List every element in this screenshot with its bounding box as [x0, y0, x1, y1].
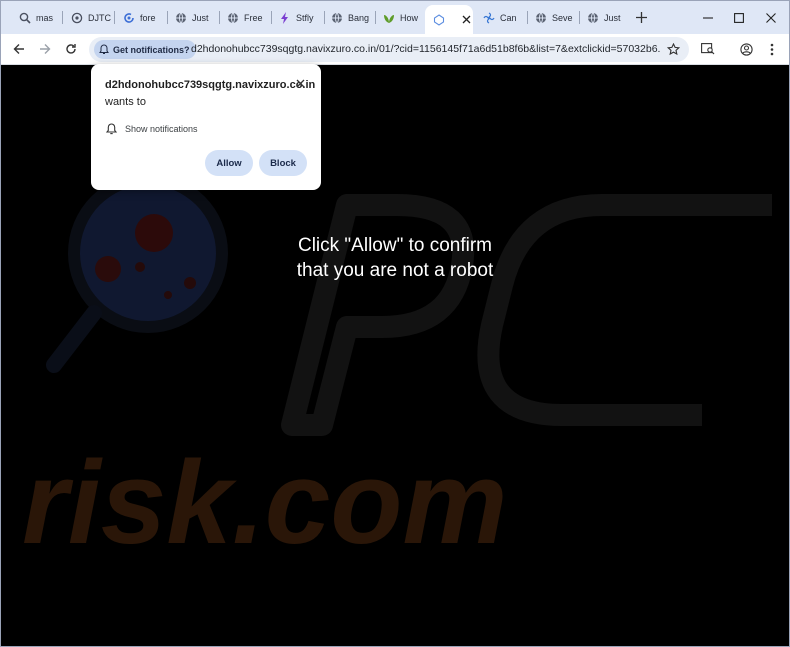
reload-button[interactable]: [62, 40, 80, 58]
bolt-icon: [279, 11, 291, 24]
leaf-icon: [383, 12, 395, 24]
tab-11[interactable]: Just: [579, 6, 629, 29]
tab-7[interactable]: How: [375, 6, 423, 29]
account-icon: [739, 42, 753, 56]
profile-button[interactable]: [737, 40, 755, 58]
popup-site-domain: d2hdonohubcc739sqgtg.navixzuro.co.in: [105, 79, 316, 91]
popup-close-button[interactable]: [293, 76, 307, 90]
tab-0[interactable]: mas: [11, 6, 59, 29]
permission-row: Show notifications: [105, 123, 198, 135]
close-window-button[interactable]: [762, 9, 780, 27]
permission-chip[interactable]: Get notifications?: [94, 40, 196, 59]
magnifier-icon: [19, 12, 31, 24]
watermark-text: risk.com: [22, 437, 507, 569]
reload-icon: [66, 44, 76, 54]
globe-icon: [331, 12, 343, 24]
globe-icon: [175, 12, 187, 24]
loading-icon: [433, 13, 445, 26]
popup-wants-to: wants to: [105, 96, 146, 108]
tab-label: Free: [244, 12, 263, 23]
spiral-icon: [123, 12, 135, 24]
minimize-button[interactable]: [699, 9, 717, 27]
tab-label: Bang: [348, 12, 370, 23]
robot-check-message: Click "Allow" to confirm that you are no…: [2, 233, 788, 283]
tab-6[interactable]: Bang: [323, 6, 373, 29]
message-line-1: Click "Allow" to confirm: [297, 235, 493, 256]
block-button[interactable]: Block: [259, 150, 307, 176]
tab-label: fore: [140, 12, 156, 23]
arrow-right-icon: [40, 44, 51, 54]
tab-strip: mas DJTC fore Just Free Stfly Bang How C…: [1, 1, 789, 34]
tab-label: mas: [36, 12, 54, 23]
arrow-left-icon: [13, 44, 24, 54]
maximize-icon: [734, 13, 744, 23]
side-panel-button[interactable]: [699, 40, 717, 58]
tab-label: Just: [192, 12, 209, 23]
allow-button[interactable]: Allow: [205, 150, 253, 176]
new-tab-button[interactable]: [633, 9, 649, 25]
tab-9[interactable]: Can: [475, 6, 525, 29]
browser-window: mas DJTC fore Just Free Stfly Bang How C…: [0, 0, 790, 647]
bell-icon: [105, 123, 117, 135]
close-tab-icon[interactable]: [460, 14, 472, 26]
close-icon: [766, 13, 776, 23]
kebab-menu-icon: [770, 43, 774, 55]
tab-label: Can: [500, 12, 517, 23]
forward-button[interactable]: [36, 40, 54, 58]
tab-label: Stfly: [296, 12, 314, 23]
maximize-button[interactable]: [730, 9, 748, 27]
tab-4[interactable]: Free: [219, 6, 269, 29]
popup-site-text: d2hdonohubcc739sqgtg.navixzuro.co.in wan…: [105, 77, 315, 111]
tab-1[interactable]: DJTC: [63, 6, 111, 29]
minimize-icon: [703, 17, 713, 19]
watermark-handle: [46, 305, 102, 373]
notification-permission-popup: d2hdonohubcc739sqgtg.navixzuro.co.in wan…: [91, 64, 321, 190]
browser-toolbar: Get notifications? d2hdonohubcc739sqgtg.…: [1, 34, 789, 65]
globe-icon: [587, 12, 599, 24]
tab-label: DJTC: [88, 12, 111, 23]
tab-label: Seve: [552, 12, 573, 23]
message-line-2: that you are not a robot: [296, 260, 494, 281]
back-button[interactable]: [10, 40, 28, 58]
tab-10[interactable]: Seve: [527, 6, 577, 29]
tab-3[interactable]: Just: [167, 6, 217, 29]
bookmark-star-button[interactable]: [665, 41, 682, 58]
globe-icon: [535, 12, 547, 24]
tab-label: How: [400, 12, 419, 23]
globe-icon: [227, 12, 239, 24]
close-icon: [296, 79, 304, 87]
star-icon: [667, 43, 680, 56]
plus-icon: [635, 11, 647, 23]
tab-label: Just: [604, 12, 621, 23]
crosshair-icon: [71, 12, 83, 24]
bell-icon: [98, 44, 109, 55]
tab-active[interactable]: [425, 5, 473, 34]
tab-2[interactable]: fore: [115, 6, 165, 29]
search-panel-icon: [701, 43, 715, 55]
url-text[interactable]: d2hdonohubcc739sqgtg.navixzuro.co.in/01/…: [191, 43, 661, 55]
fan-icon: [483, 11, 495, 24]
permission-chip-label: Get notifications?: [113, 44, 190, 55]
permission-label: Show notifications: [125, 124, 198, 134]
watermark-dot: [164, 291, 172, 299]
address-bar[interactable]: Get notifications? d2hdonohubcc739sqgtg.…: [89, 37, 689, 62]
menu-button[interactable]: [763, 40, 781, 58]
tab-5[interactable]: Stfly: [271, 6, 323, 29]
